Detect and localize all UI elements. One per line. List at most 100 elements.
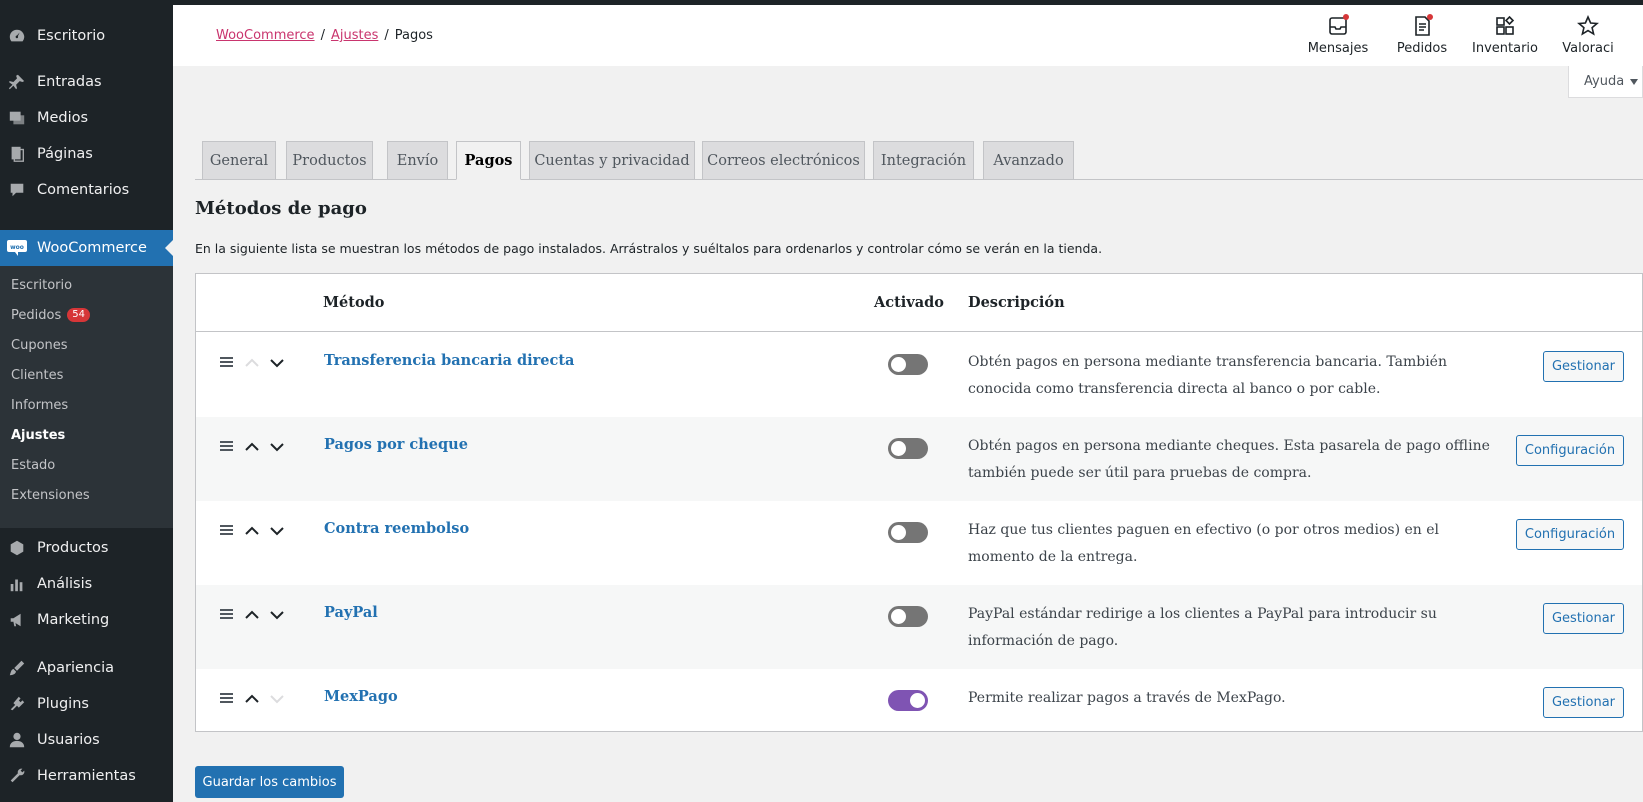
enable-toggle[interactable]: [888, 690, 928, 711]
sidebar-item-label: Marketing: [37, 612, 110, 628]
header-button-reviews[interactable]: Valoraci: [1548, 13, 1628, 56]
analytics-icon: [7, 574, 27, 594]
save-changes-button[interactable]: Guardar los cambios: [195, 766, 344, 798]
tab-shipping[interactable]: Envío: [387, 141, 448, 180]
sidebar-item-label: Apariencia: [37, 660, 114, 676]
move-up-icon[interactable]: [244, 523, 260, 539]
move-down-icon[interactable]: [269, 523, 285, 539]
manage-button[interactable]: Gestionar: [1543, 351, 1624, 382]
sidebar-item-label: Herramientas: [37, 768, 136, 784]
users-icon: [7, 730, 27, 750]
drag-handle-icon[interactable]: [220, 609, 233, 621]
enable-toggle[interactable]: [888, 354, 928, 375]
help-tab[interactable]: Ayuda: [1568, 66, 1643, 98]
manage-button[interactable]: Gestionar: [1543, 687, 1624, 718]
table-row: Pagos por cheque Obtén pagos en persona …: [196, 417, 1642, 501]
tab-general[interactable]: General: [202, 141, 276, 180]
submenu-item-coupons[interactable]: Cupones: [11, 334, 68, 356]
chevron-down-icon: [1630, 78, 1639, 85]
sidebar-item-products[interactable]: Productos: [0, 530, 173, 566]
move-up-icon[interactable]: [244, 691, 260, 707]
header-button-messages[interactable]: Mensajes: [1298, 13, 1378, 56]
sidebar-item-comments[interactable]: Comentarios: [0, 172, 173, 208]
submenu-item-status[interactable]: Estado: [11, 454, 55, 476]
submenu-item-extensions[interactable]: Extensiones: [11, 484, 90, 506]
orders-icon: [1409, 13, 1435, 39]
method-link[interactable]: Transferencia bancaria directa: [324, 352, 574, 369]
move-down-icon[interactable]: [269, 439, 285, 455]
sidebar-item-woocommerce[interactable]: woo WooCommerce: [0, 230, 173, 266]
breadcrumb: WooCommerce / Ajustes / Pagos: [216, 28, 433, 43]
move-up-icon[interactable]: [244, 607, 260, 623]
sidebar-item-dashboard[interactable]: Escritorio: [0, 18, 173, 54]
move-down-icon[interactable]: [269, 607, 285, 623]
header-button-label: Mensajes: [1307, 41, 1369, 56]
sidebar-item-label: Medios: [37, 110, 89, 126]
manage-button[interactable]: Gestionar: [1543, 603, 1624, 634]
breadcrumb-link-settings[interactable]: Ajustes: [331, 28, 378, 43]
woocommerce-header: WooCommerce / Ajustes / Pagos Mensajes Pedid…: [173, 5, 1643, 66]
method-link[interactable]: MexPago: [324, 688, 398, 705]
method-description: Obtén pagos en persona mediante cheques.…: [968, 438, 1490, 481]
sidebar-item-users[interactable]: Usuarios: [0, 722, 173, 758]
pin-icon: [7, 72, 27, 92]
move-up-icon: [244, 355, 260, 371]
sidebar-item-label: Páginas: [37, 146, 93, 162]
tools-icon: [7, 766, 27, 786]
sidebar-item-pages[interactable]: Páginas: [0, 136, 173, 172]
tab-payments[interactable]: Pagos: [456, 141, 521, 180]
table-header: Método Activado Descripción: [196, 274, 1642, 332]
enable-toggle[interactable]: [888, 438, 928, 459]
submenu-item-customers[interactable]: Clientes: [11, 364, 63, 386]
table-row: Transferencia bancaria directa Obtén pag…: [196, 333, 1642, 417]
method-link[interactable]: Pagos por cheque: [324, 436, 468, 453]
sidebar-item-media[interactable]: Medios: [0, 100, 173, 136]
header-button-inventory[interactable]: Inventario: [1465, 13, 1545, 56]
submenu-item-orders[interactable]: Pedidos 54: [11, 304, 90, 326]
toggle-knob: [891, 357, 906, 372]
method-link[interactable]: PayPal: [324, 604, 378, 621]
configure-button[interactable]: Configuración: [1516, 519, 1624, 550]
sidebar-item-marketing[interactable]: Marketing: [0, 602, 173, 638]
drag-handle-icon[interactable]: [220, 441, 233, 453]
toggle-knob: [910, 693, 925, 708]
sidebar-item-plugins[interactable]: Plugins: [0, 686, 173, 722]
toggle-knob: [891, 441, 906, 456]
tab-products[interactable]: Productos: [286, 141, 373, 180]
appearance-icon: [7, 658, 27, 678]
help-label: Ayuda: [1584, 74, 1625, 89]
submenu-item-settings[interactable]: Ajustes: [11, 424, 65, 446]
move-down-icon[interactable]: [269, 355, 285, 371]
tab-accounts-privacy[interactable]: Cuentas y privacidad: [529, 141, 695, 180]
tab-integration[interactable]: Integración: [873, 141, 974, 180]
drag-handle-icon[interactable]: [220, 693, 233, 705]
column-header-description: Descripción: [968, 294, 1065, 311]
enable-toggle[interactable]: [888, 606, 928, 627]
admin-sidebar: Escritorio Entradas Medios Páginas Comen…: [0, 0, 173, 802]
sidebar-item-tools[interactable]: Herramientas: [0, 758, 173, 794]
submenu-item-reports[interactable]: Informes: [11, 394, 68, 416]
method-description: PayPal estándar redirige a los clientes …: [968, 606, 1437, 649]
marketing-icon: [7, 610, 27, 630]
breadcrumb-link-woocommerce[interactable]: WooCommerce: [216, 28, 315, 43]
header-button-orders[interactable]: Pedidos: [1382, 13, 1462, 56]
tab-advanced[interactable]: Avanzado: [983, 141, 1074, 180]
svg-text:woo: woo: [10, 244, 24, 251]
sidebar-item-posts[interactable]: Entradas: [0, 64, 173, 100]
sidebar-item-analytics[interactable]: Análisis: [0, 566, 173, 602]
configure-button[interactable]: Configuración: [1516, 435, 1624, 466]
breadcrumb-separator: /: [320, 28, 325, 43]
enable-toggle[interactable]: [888, 522, 928, 543]
drag-handle-icon[interactable]: [220, 357, 233, 369]
submenu-item-dashboard[interactable]: Escritorio: [11, 274, 72, 296]
tab-emails[interactable]: Correos electrónicos: [702, 141, 865, 180]
drag-handle-icon[interactable]: [220, 525, 233, 537]
move-up-icon[interactable]: [244, 439, 260, 455]
toggle-knob: [891, 525, 906, 540]
table-row: MexPago Permite realizar pagos a través …: [196, 669, 1642, 731]
submenu-label: Escritorio: [11, 277, 73, 293]
submenu-label: Pedidos: [11, 307, 62, 323]
sidebar-item-appearance[interactable]: Apariencia: [0, 650, 173, 686]
method-link[interactable]: Contra reembolso: [324, 520, 469, 537]
sidebar-item-label: Comentarios: [37, 182, 130, 198]
